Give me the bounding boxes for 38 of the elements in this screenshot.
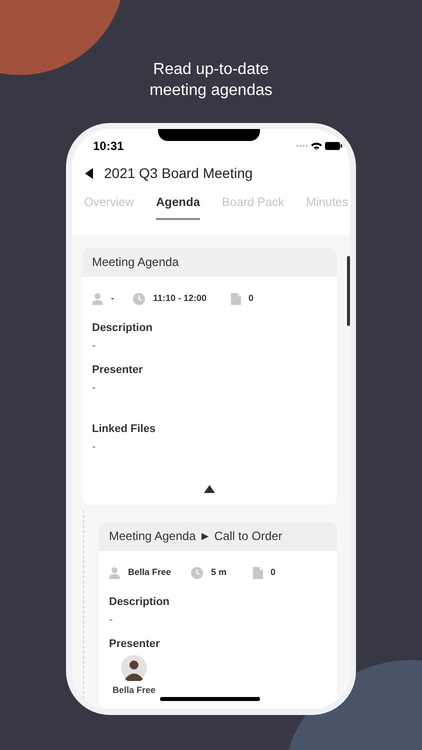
signal-icon	[296, 144, 308, 148]
presenter-name: Bella Free	[112, 684, 156, 696]
field-value: -	[92, 338, 97, 352]
battery-icon	[325, 142, 342, 150]
field-label: Presenter	[92, 362, 144, 376]
document-icon	[252, 567, 263, 579]
field-label: Description	[109, 594, 171, 608]
field-label: Linked Files	[92, 422, 157, 436]
card-title: Meeting Agenda ► Call to Order	[109, 528, 282, 545]
wifi-icon	[311, 142, 322, 150]
status-time: 10:31	[93, 138, 124, 155]
presenter-text: -	[111, 292, 114, 305]
tab[interactable]: Overview	[84, 194, 134, 220]
collapse-icon[interactable]	[204, 484, 215, 492]
tab[interactable]: Board Pack	[222, 194, 284, 220]
scroll-bar	[347, 256, 350, 326]
presenter-text: Bella Free	[128, 566, 172, 580]
tab[interactable]: Agenda	[156, 194, 200, 220]
document-icon	[230, 292, 241, 304]
files-count: 0	[248, 292, 254, 305]
files-count: 0	[270, 566, 276, 580]
field-label: Presenter	[109, 636, 161, 650]
field-value: -	[92, 380, 97, 394]
clock-icon	[191, 567, 204, 579]
time-text: 11:10 - 12:00	[153, 292, 207, 305]
screen-title: 2021 Q3 Board Meeting	[104, 164, 253, 183]
field-label: Description	[92, 320, 154, 334]
card-title: Meeting Agenda	[92, 254, 179, 271]
person-icon	[109, 567, 120, 579]
clock-icon	[133, 292, 145, 304]
time-text: 5 m	[211, 566, 227, 580]
headline: Read up-to-date meeting agendas	[150, 60, 272, 101]
field-value: -	[109, 612, 114, 626]
back-icon[interactable]	[85, 168, 93, 179]
person-icon	[92, 292, 103, 304]
field-value: -	[92, 440, 97, 454]
avatar	[121, 654, 147, 680]
tab[interactable]: Minutes	[306, 194, 348, 220]
